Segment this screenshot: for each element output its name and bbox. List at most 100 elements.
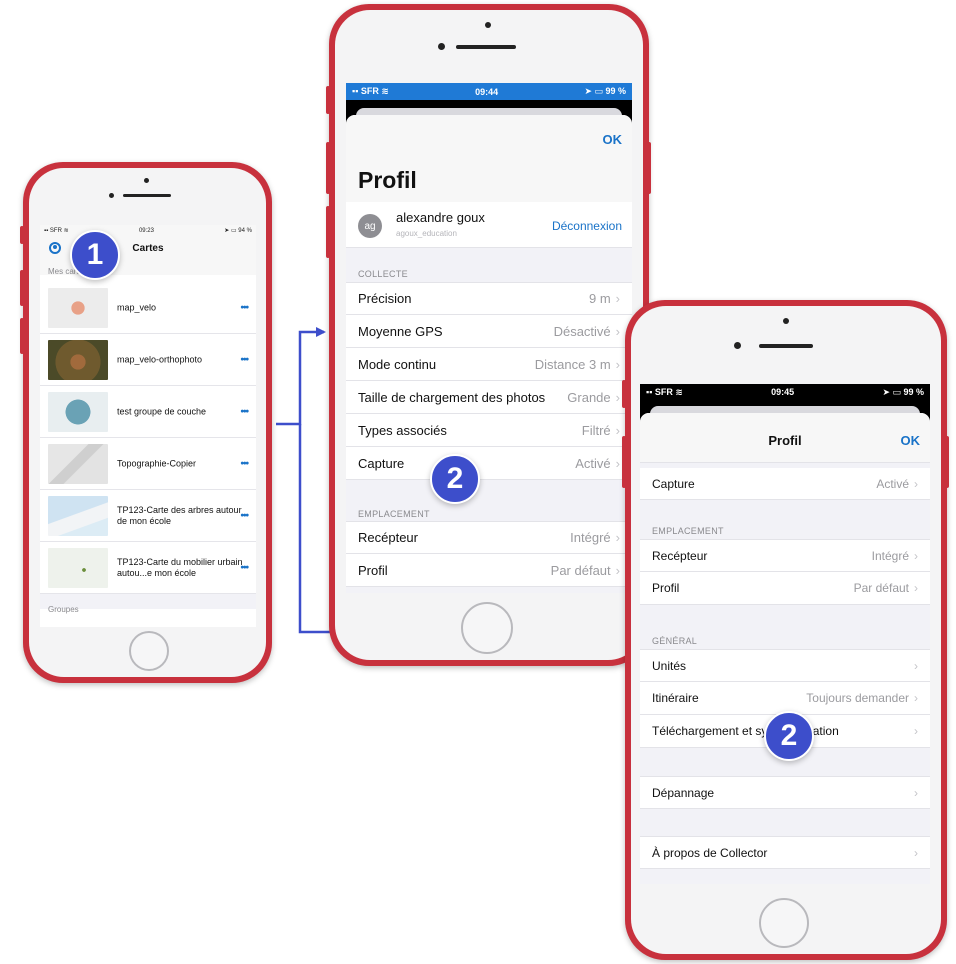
chevron-right-icon: › — [914, 581, 918, 595]
setting-label: Itinéraire — [652, 691, 699, 705]
setting-value: Intégré — [570, 530, 611, 545]
home-button[interactable] — [461, 602, 513, 654]
screen-cartes: ▪▪ SFR ≋ 09:23 ➤ ▭ 94 % Cartes Mes carte… — [40, 225, 256, 627]
page-title: Profil — [768, 433, 802, 448]
page-title: Profil — [358, 167, 417, 193]
status-time: 09:45 — [771, 387, 795, 397]
logout-button[interactable]: Déconnexion — [552, 219, 622, 233]
chevron-right-icon: › — [615, 291, 620, 306]
setting-row[interactable]: Recépteur Intégré › — [640, 539, 930, 572]
earpiece — [759, 344, 813, 348]
setting-value: Toujours demander — [806, 691, 909, 705]
setting-value: Désactivé — [553, 323, 611, 339]
more-options-icon[interactable]: ••• — [240, 302, 248, 313]
setting-value: Activé — [575, 455, 611, 471]
map-list-item[interactable]: map_velo-orthophoto ••• — [40, 334, 256, 386]
map-list-item[interactable]: TP123-Carte des arbres autour de mon éco… — [40, 490, 256, 542]
setting-label: Dépannage — [652, 785, 715, 800]
setting-row[interactable]: Itinéraire Toujours demander › — [640, 682, 930, 715]
map-list-item[interactable]: Topographie-Copier ••• — [40, 438, 256, 490]
setting-label: Capture — [652, 476, 695, 491]
setting-value: Intégré — [871, 548, 909, 563]
setting-label: Unités — [652, 658, 687, 673]
status-time: 09:23 — [138, 227, 154, 234]
user-row: ag alexandre goux agoux_education Déconn… — [346, 202, 632, 248]
map-thumbnail — [48, 340, 108, 380]
setting-row-apropos[interactable]: À propos de Collector › — [640, 836, 930, 869]
map-list-item[interactable]: TP123-Carte du mobilier urbain autou...e… — [40, 542, 256, 594]
setting-value: Par défaut — [853, 581, 909, 595]
map-list: map_velo ••• map_velo-orthophoto ••• test gr… — [40, 282, 256, 609]
chevron-right-icon: › — [914, 785, 918, 800]
user-name: alexandre goux — [396, 210, 485, 225]
setting-value: Filtré — [581, 422, 611, 438]
setting-label: Profil — [358, 562, 388, 578]
home-button[interactable] — [129, 631, 169, 671]
setting-label: Moyenne GPS — [358, 323, 443, 339]
more-options-icon[interactable]: ••• — [240, 562, 248, 573]
section-label-general: GÉNÉRAL — [652, 636, 698, 646]
more-options-icon[interactable]: ••• — [240, 458, 248, 469]
chevron-right-icon: › — [914, 548, 918, 563]
chevron-right-icon: › — [914, 845, 918, 860]
ok-button[interactable]: OK — [901, 433, 921, 448]
section-label-emplacement: EMPLACEMENT — [652, 526, 724, 536]
setting-label: Taille de chargement des photos — [358, 389, 546, 405]
setting-label: Profil — [652, 581, 680, 595]
setting-row[interactable]: Unités › — [640, 649, 930, 682]
map-thumbnail — [48, 444, 108, 484]
setting-row-depannage[interactable]: Dépannage › — [640, 776, 930, 809]
chevron-right-icon: › — [615, 323, 620, 339]
chevron-right-icon: › — [615, 455, 620, 471]
callout-badge-1: 1 — [70, 230, 120, 280]
home-button[interactable] — [759, 898, 809, 948]
setting-label: Types associés — [358, 422, 447, 438]
chevron-right-icon: › — [914, 691, 918, 705]
map-thumbnail — [48, 288, 108, 328]
setting-label: Recépteur — [358, 530, 418, 545]
more-options-icon[interactable]: ••• — [240, 510, 248, 521]
section-label-collecte: COLLECTE — [358, 269, 408, 279]
map-title: map_velo — [117, 302, 157, 312]
chevron-right-icon: › — [914, 724, 918, 738]
setting-row[interactable]: Profil Par défaut › — [346, 554, 632, 587]
setting-label: Capture — [358, 455, 405, 471]
setting-label: Précision — [358, 291, 412, 306]
profil-sheet: Profil OK Capture Activé › EMPLACEMENT Re… — [640, 413, 930, 884]
more-options-icon[interactable]: ••• — [240, 406, 248, 417]
setting-label: Mode continu — [358, 356, 437, 372]
chevron-right-icon: › — [615, 389, 620, 405]
setting-row[interactable]: Profil Par défaut › — [640, 572, 930, 605]
map-title: TP123-Carte du mobilier urbain autou...e… — [117, 556, 243, 578]
phone-cartes: ▪▪ SFR ≋ 09:23 ➤ ▭ 94 % Cartes Mes carte… — [20, 162, 272, 683]
map-title: test groupe de couche — [117, 406, 207, 416]
screen-profil-general: ▪▪ SFR ≋ 09:45 ➤ ▭ 99 % Profil OK Captur… — [640, 384, 930, 884]
setting-row[interactable]: Précision 9 m › — [346, 282, 632, 315]
setting-row[interactable]: Moyenne GPS Désactivé › — [346, 315, 632, 348]
chevron-right-icon: › — [615, 530, 620, 545]
chevron-right-icon: › — [615, 562, 620, 578]
screen-profil-collecte: ▪▪ SFR ≋ 09:44 ➤ ▭ 99 % OK Profil ag ale… — [346, 83, 632, 593]
map-title: TP123-Carte des arbres autour de mon éco… — [117, 504, 242, 526]
earpiece — [456, 45, 516, 49]
more-options-icon[interactable]: ••• — [240, 354, 248, 365]
setting-value: Grande — [567, 389, 611, 405]
setting-row-capture[interactable]: Capture Activé › — [640, 468, 930, 500]
map-title: Topographie-Copier — [117, 458, 197, 468]
status-time: 09:44 — [475, 86, 499, 97]
chevron-right-icon: › — [615, 356, 620, 372]
setting-row[interactable]: Recépteur Intégré › — [346, 521, 632, 554]
setting-row[interactable]: Types associés Filtré › — [346, 414, 632, 447]
setting-row[interactable]: Capture Activé › — [346, 447, 632, 480]
map-list-item[interactable]: test groupe de couche ••• — [40, 386, 256, 438]
earpiece — [123, 194, 171, 197]
section-label-emplacement: EMPLACEMENT — [358, 509, 430, 519]
setting-value: Activé — [876, 476, 909, 491]
map-list-item[interactable]: map_velo ••• — [40, 282, 256, 334]
setting-row[interactable]: Taille de chargement des photos Grande › — [346, 381, 632, 414]
ok-button[interactable]: OK — [603, 132, 623, 147]
setting-value: Par défaut — [550, 562, 611, 578]
user-username: agoux_education — [396, 229, 457, 238]
setting-row[interactable]: Mode continu Distance 3 m › — [346, 348, 632, 381]
section-label-groups: Groupes — [48, 605, 79, 614]
